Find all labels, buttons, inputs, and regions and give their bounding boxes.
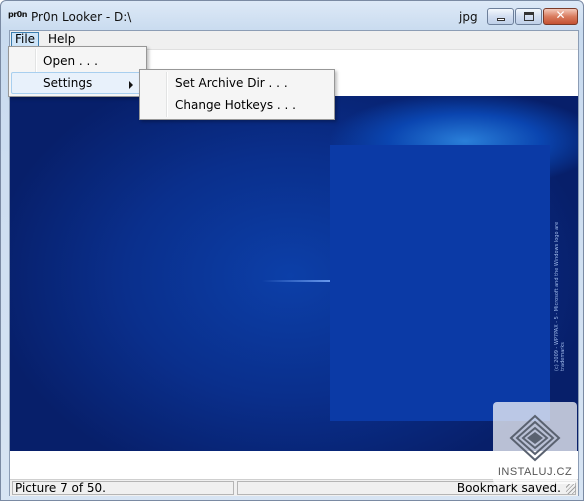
close-icon: ✕ xyxy=(555,8,566,22)
menu-item-change-hotkeys[interactable]: Change Hotkeys . . . xyxy=(142,94,332,116)
app-icon: pr0n xyxy=(8,10,27,19)
menu-item-label: Settings xyxy=(43,76,93,90)
title-bar[interactable]: pr0n Pr0n Looker - D:\ jpg ✕ xyxy=(1,1,583,31)
menu-file[interactable]: File xyxy=(11,32,39,47)
image-viewer[interactable]: (c) 2009 - WP7PAX - 5 - Microsoft and th… xyxy=(10,96,578,451)
image-side-caption: (c) 2009 - WP7PAX - 5 - Microsoft and th… xyxy=(554,221,564,371)
light-streak xyxy=(262,280,330,282)
resize-grip[interactable] xyxy=(566,484,576,494)
watermark-text: INSTALUJ.CZ xyxy=(497,466,573,478)
minimize-icon xyxy=(497,18,505,21)
minimize-button[interactable] xyxy=(487,8,514,25)
maximize-icon xyxy=(524,12,534,21)
image-panel xyxy=(330,145,550,421)
menu-item-set-archive-dir[interactable]: Set Archive Dir . . . xyxy=(142,72,332,94)
submenu-arrow-icon xyxy=(129,81,133,89)
file-extension-label: jpg xyxy=(459,10,478,24)
menu-help[interactable]: Help xyxy=(48,33,75,46)
menu-item-settings[interactable]: Settings xyxy=(11,72,144,94)
menu-item-label: Open . . . xyxy=(43,54,98,68)
settings-submenu: Set Archive Dir . . . Change Hotkeys . .… xyxy=(139,69,335,120)
close-button[interactable]: ✕ xyxy=(543,8,578,25)
menu-item-label: Set Archive Dir . . . xyxy=(175,76,288,90)
menu-item-label: Change Hotkeys . . . xyxy=(175,98,296,112)
file-dropdown-menu: Open . . . Settings xyxy=(8,46,147,97)
watermark-logo-icon xyxy=(509,414,561,462)
status-picture-count: Picture 7 of 50. xyxy=(12,481,234,495)
maximize-button[interactable] xyxy=(515,8,542,25)
menu-item-open[interactable]: Open . . . xyxy=(11,50,144,72)
watermark-badge: INSTALUJ.CZ xyxy=(493,402,577,484)
window-title: Pr0n Looker - D:\ xyxy=(31,10,132,24)
